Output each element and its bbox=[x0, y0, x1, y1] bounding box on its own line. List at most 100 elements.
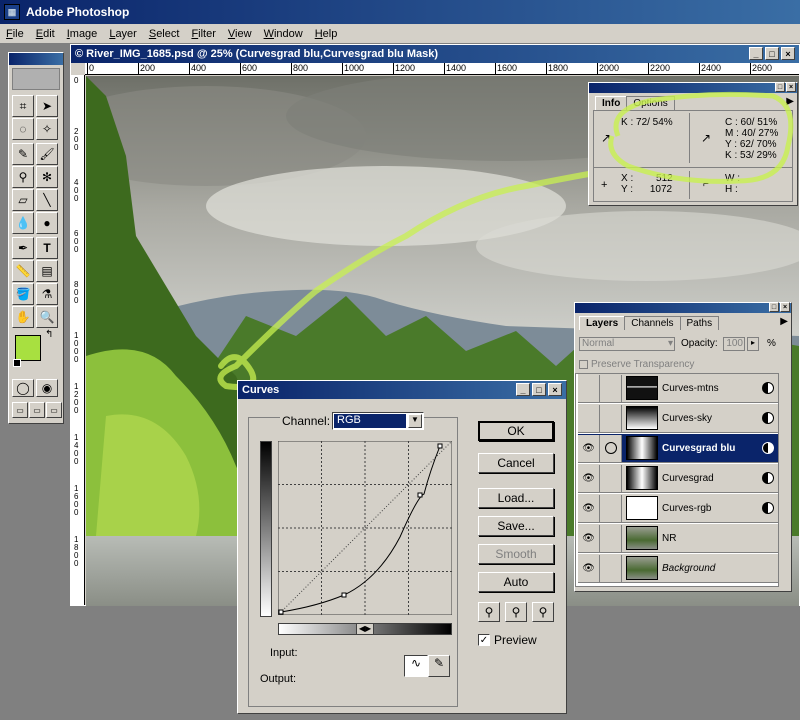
pencil-tool-icon[interactable]: ✎ bbox=[428, 655, 450, 677]
menu-item-help[interactable]: Help bbox=[315, 28, 338, 40]
standard-mode-icon[interactable]: ◯ bbox=[12, 379, 34, 397]
minimize-button[interactable]: _ bbox=[516, 383, 530, 396]
foreground-color-swatch[interactable] bbox=[15, 335, 41, 361]
tab-channels[interactable]: Channels bbox=[624, 316, 681, 330]
measure-tool-icon[interactable]: 📏 bbox=[12, 260, 34, 282]
paint-bucket-icon[interactable]: 🪣 bbox=[12, 283, 34, 305]
pen-tool-icon[interactable]: ✒ bbox=[12, 237, 34, 259]
move-tool-icon[interactable]: ➤ bbox=[36, 95, 58, 117]
opacity-slider-arrow-icon[interactable]: ▸ bbox=[747, 337, 759, 351]
close-button[interactable]: × bbox=[781, 47, 795, 60]
menu-item-filter[interactable]: Filter bbox=[191, 28, 215, 40]
eye-icon[interactable] bbox=[578, 404, 600, 432]
palette-minimize-button[interactable]: □ bbox=[769, 302, 779, 312]
tab-paths[interactable]: Paths bbox=[679, 316, 720, 330]
brush-tool-icon[interactable]: 🖌 bbox=[36, 143, 58, 165]
eye-icon[interactable]: 👁 bbox=[578, 494, 600, 522]
swap-colors-icon[interactable]: ↰ bbox=[45, 329, 53, 340]
blend-mode-select[interactable]: Normal ▾ bbox=[579, 337, 675, 351]
chevron-down-icon[interactable]: ▼ bbox=[408, 414, 422, 428]
eye-icon[interactable]: 👁 bbox=[578, 434, 600, 462]
menu-item-edit[interactable]: Edit bbox=[36, 28, 55, 40]
lasso-tool-icon[interactable]: ◌ bbox=[12, 118, 34, 140]
minimize-button[interactable]: _ bbox=[749, 47, 763, 60]
layer-row[interactable]: 👁 NR bbox=[578, 524, 780, 553]
magic-wand-icon[interactable]: ✧ bbox=[36, 118, 58, 140]
curves-graph[interactable] bbox=[278, 441, 452, 615]
eraser-tool-icon[interactable]: ▱ bbox=[12, 189, 34, 211]
layer-link-icon[interactable] bbox=[600, 494, 622, 522]
gradient-swap-icon[interactable]: ◀▶ bbox=[356, 623, 374, 635]
ok-button[interactable]: OK bbox=[478, 421, 554, 441]
layers-scrollbar[interactable] bbox=[778, 373, 790, 587]
load-button[interactable]: Load... bbox=[478, 488, 554, 508]
menu-item-select[interactable]: Select bbox=[149, 28, 180, 40]
layer-link-icon[interactable] bbox=[600, 434, 622, 462]
gray-eyedropper-icon[interactable]: ⚲ bbox=[505, 602, 527, 622]
black-eyedropper-icon[interactable]: ⚲ bbox=[478, 602, 500, 622]
hand-tool-icon[interactable]: ✋ bbox=[12, 306, 34, 328]
layer-row[interactable]: 👁 Curvesgrad bbox=[578, 464, 780, 493]
menu-item-view[interactable]: View bbox=[228, 28, 252, 40]
menu-item-window[interactable]: Window bbox=[264, 28, 303, 40]
curve-point[interactable] bbox=[278, 609, 284, 615]
cancel-button[interactable]: Cancel bbox=[478, 453, 554, 473]
eye-icon[interactable]: 👁 bbox=[578, 554, 600, 582]
layer-link-icon[interactable] bbox=[600, 404, 622, 432]
screen-mode-3-icon[interactable]: ▭ bbox=[46, 402, 62, 418]
palette-menu-arrow-icon[interactable]: ▶ bbox=[780, 316, 788, 327]
blur-tool-icon[interactable]: 💧 bbox=[12, 212, 34, 234]
palette-close-button[interactable]: × bbox=[780, 302, 790, 312]
smooth-button[interactable]: Smooth bbox=[478, 544, 554, 564]
layer-link-icon[interactable] bbox=[600, 464, 622, 492]
layer-row[interactable]: Curves-mtns bbox=[578, 374, 780, 403]
zoom-tool-icon[interactable]: 🔍 bbox=[36, 306, 58, 328]
curve-point[interactable] bbox=[417, 492, 423, 498]
layer-row[interactable]: 👁 Curvesgrad blu bbox=[578, 434, 780, 463]
stamp-tool-icon[interactable]: ⚲ bbox=[12, 166, 34, 188]
maximize-button[interactable]: □ bbox=[765, 47, 779, 60]
history-brush-icon[interactable]: ✻ bbox=[36, 166, 58, 188]
default-colors-icon[interactable] bbox=[13, 359, 21, 367]
close-button[interactable]: × bbox=[548, 383, 562, 396]
menu-item-layer[interactable]: Layer bbox=[109, 28, 137, 40]
eye-icon[interactable]: 👁 bbox=[578, 464, 600, 492]
curve-point[interactable] bbox=[437, 443, 443, 449]
layer-row[interactable]: 👁 Background bbox=[578, 554, 780, 583]
toolbox-title-bar[interactable] bbox=[9, 53, 63, 65]
menu-item-file[interactable]: File bbox=[6, 28, 24, 40]
tab-layers[interactable]: Layers bbox=[579, 316, 626, 330]
layer-row[interactable]: 👁 Curves-rgb bbox=[578, 494, 780, 523]
eyedropper-tool-icon[interactable]: ⚗ bbox=[36, 283, 58, 305]
maximize-button[interactable]: □ bbox=[532, 383, 546, 396]
screen-mode-1-icon[interactable]: ▭ bbox=[12, 402, 28, 418]
document-title-bar[interactable]: © River_IMG_1685.psd @ 25% (Curvesgrad b… bbox=[71, 45, 799, 63]
curves-title-bar[interactable]: Curves _ □ × bbox=[238, 381, 566, 399]
save-button[interactable]: Save... bbox=[478, 516, 554, 536]
curve-point[interactable] bbox=[341, 592, 347, 598]
preview-checkbox[interactable]: ✓ bbox=[478, 634, 490, 646]
curve-tool-icon[interactable]: ∿ bbox=[404, 655, 428, 677]
layer-row[interactable]: Curves-sky bbox=[578, 404, 780, 433]
type-tool-icon[interactable]: T bbox=[36, 237, 58, 259]
screen-mode-2-icon[interactable]: ▭ bbox=[29, 402, 45, 418]
eye-icon[interactable]: 👁 bbox=[578, 524, 600, 552]
opacity-field[interactable]: 100 bbox=[723, 337, 745, 351]
layer-link-icon[interactable] bbox=[600, 524, 622, 552]
dodge-tool-icon[interactable]: ● bbox=[36, 212, 58, 234]
auto-button[interactable]: Auto bbox=[478, 572, 554, 592]
eye-icon[interactable] bbox=[578, 374, 600, 402]
airbrush-tool-icon[interactable]: ✎ bbox=[12, 143, 34, 165]
layer-link-icon[interactable] bbox=[600, 554, 622, 582]
layers-palette-title-bar[interactable]: □ × bbox=[575, 302, 791, 313]
quick-mask-icon[interactable]: ◉ bbox=[36, 379, 58, 397]
line-tool-icon[interactable]: ╲ bbox=[36, 189, 58, 211]
gradient-tool-icon[interactable]: ▤ bbox=[36, 260, 58, 282]
white-eyedropper-icon[interactable]: ⚲ bbox=[532, 602, 554, 622]
preserve-transparency-checkbox[interactable] bbox=[579, 360, 588, 369]
layer-link-icon[interactable] bbox=[600, 374, 622, 402]
crop-tool-icon[interactable]: ⌗ bbox=[12, 95, 34, 117]
channel-select[interactable]: RGB ▼ bbox=[332, 412, 424, 430]
photoshop-app-icon[interactable]: ▦ bbox=[4, 4, 20, 20]
menu-item-image[interactable]: Image bbox=[67, 28, 98, 40]
